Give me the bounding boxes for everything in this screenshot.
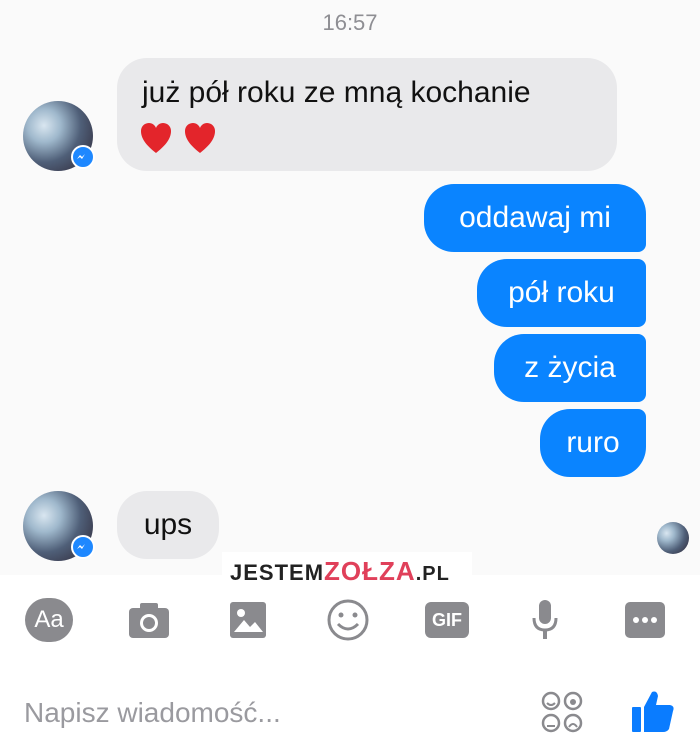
watermark-part2: ZOŁZA [324, 556, 416, 586]
timestamp: 16:57 [322, 10, 378, 35]
outgoing-message-bubble[interactable]: pół roku [477, 259, 646, 327]
watermark: JESTEMZOŁZA.PL [222, 552, 472, 590]
seen-avatar [657, 522, 689, 554]
outgoing-message-bubble[interactable]: z życia [494, 334, 646, 402]
watermark-part3: .PL [415, 563, 450, 585]
incoming-message-bubble[interactable]: już pół roku ze mną kochanie [117, 58, 617, 171]
watermark-part1: JESTEM [230, 560, 325, 585]
contact-avatar[interactable] [23, 491, 95, 561]
message-input[interactable]: Napisz wiadomość... [24, 697, 281, 729]
camera-icon[interactable] [127, 600, 171, 640]
thumbs-up-icon[interactable] [630, 688, 676, 734]
text-style-button[interactable]: Aa [25, 598, 73, 642]
messenger-badge-icon [71, 535, 95, 559]
outgoing-message-bubble[interactable]: oddawaj mi [424, 184, 646, 252]
messenger-badge-icon [71, 145, 95, 169]
hearts-emoji [139, 122, 219, 164]
incoming-message-bubble[interactable]: ups [117, 491, 219, 559]
gif-button[interactable]: GIF [425, 602, 469, 638]
image-icon[interactable] [228, 600, 268, 640]
emoji-options-icon[interactable] [540, 690, 584, 734]
emoji-icon[interactable] [326, 598, 370, 642]
chat-area: 16:57 już pół roku ze mną kochanie oddaw… [0, 0, 700, 575]
microphone-icon[interactable] [530, 598, 560, 642]
more-icon[interactable] [625, 602, 665, 638]
contact-avatar[interactable] [23, 101, 95, 171]
outgoing-message-bubble[interactable]: ruro [540, 409, 646, 477]
message-text: już pół roku ze mną kochanie [142, 76, 531, 109]
heart-icon [141, 123, 215, 153]
